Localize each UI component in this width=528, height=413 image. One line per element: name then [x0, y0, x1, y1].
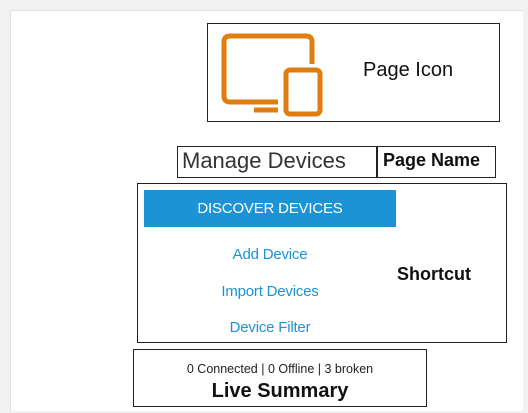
divider: [376, 147, 378, 177]
page-name-callout-label: Page Name: [383, 150, 481, 170]
device-filter-link[interactable]: Device Filter: [144, 319, 396, 336]
devices-icon: [221, 33, 323, 117]
live-summary-callout-box: 0 Connected | 0 Offline | 3 broken Live …: [133, 349, 427, 407]
import-devices-link[interactable]: Import Devices: [144, 283, 396, 300]
page-title: Manage Devices: [182, 148, 346, 173]
page-icon-callout-label: Page Icon: [363, 59, 454, 81]
shortcut-callout-label: Shortcut: [397, 264, 471, 284]
live-summary-callout-label: Live Summary: [211, 380, 349, 402]
shortcut-callout-box: DISCOVER DEVICES Add Device Import Devic…: [137, 183, 507, 343]
discover-devices-button[interactable]: DISCOVER DEVICES: [144, 190, 396, 227]
add-device-link[interactable]: Add Device: [144, 246, 396, 263]
page-name-callout-box: Manage Devices Page Name: [177, 146, 496, 178]
device-status-summary: 0 Connected | 0 Offline | 3 broken: [186, 362, 374, 376]
page-icon-callout-box: Page Icon: [207, 23, 500, 122]
